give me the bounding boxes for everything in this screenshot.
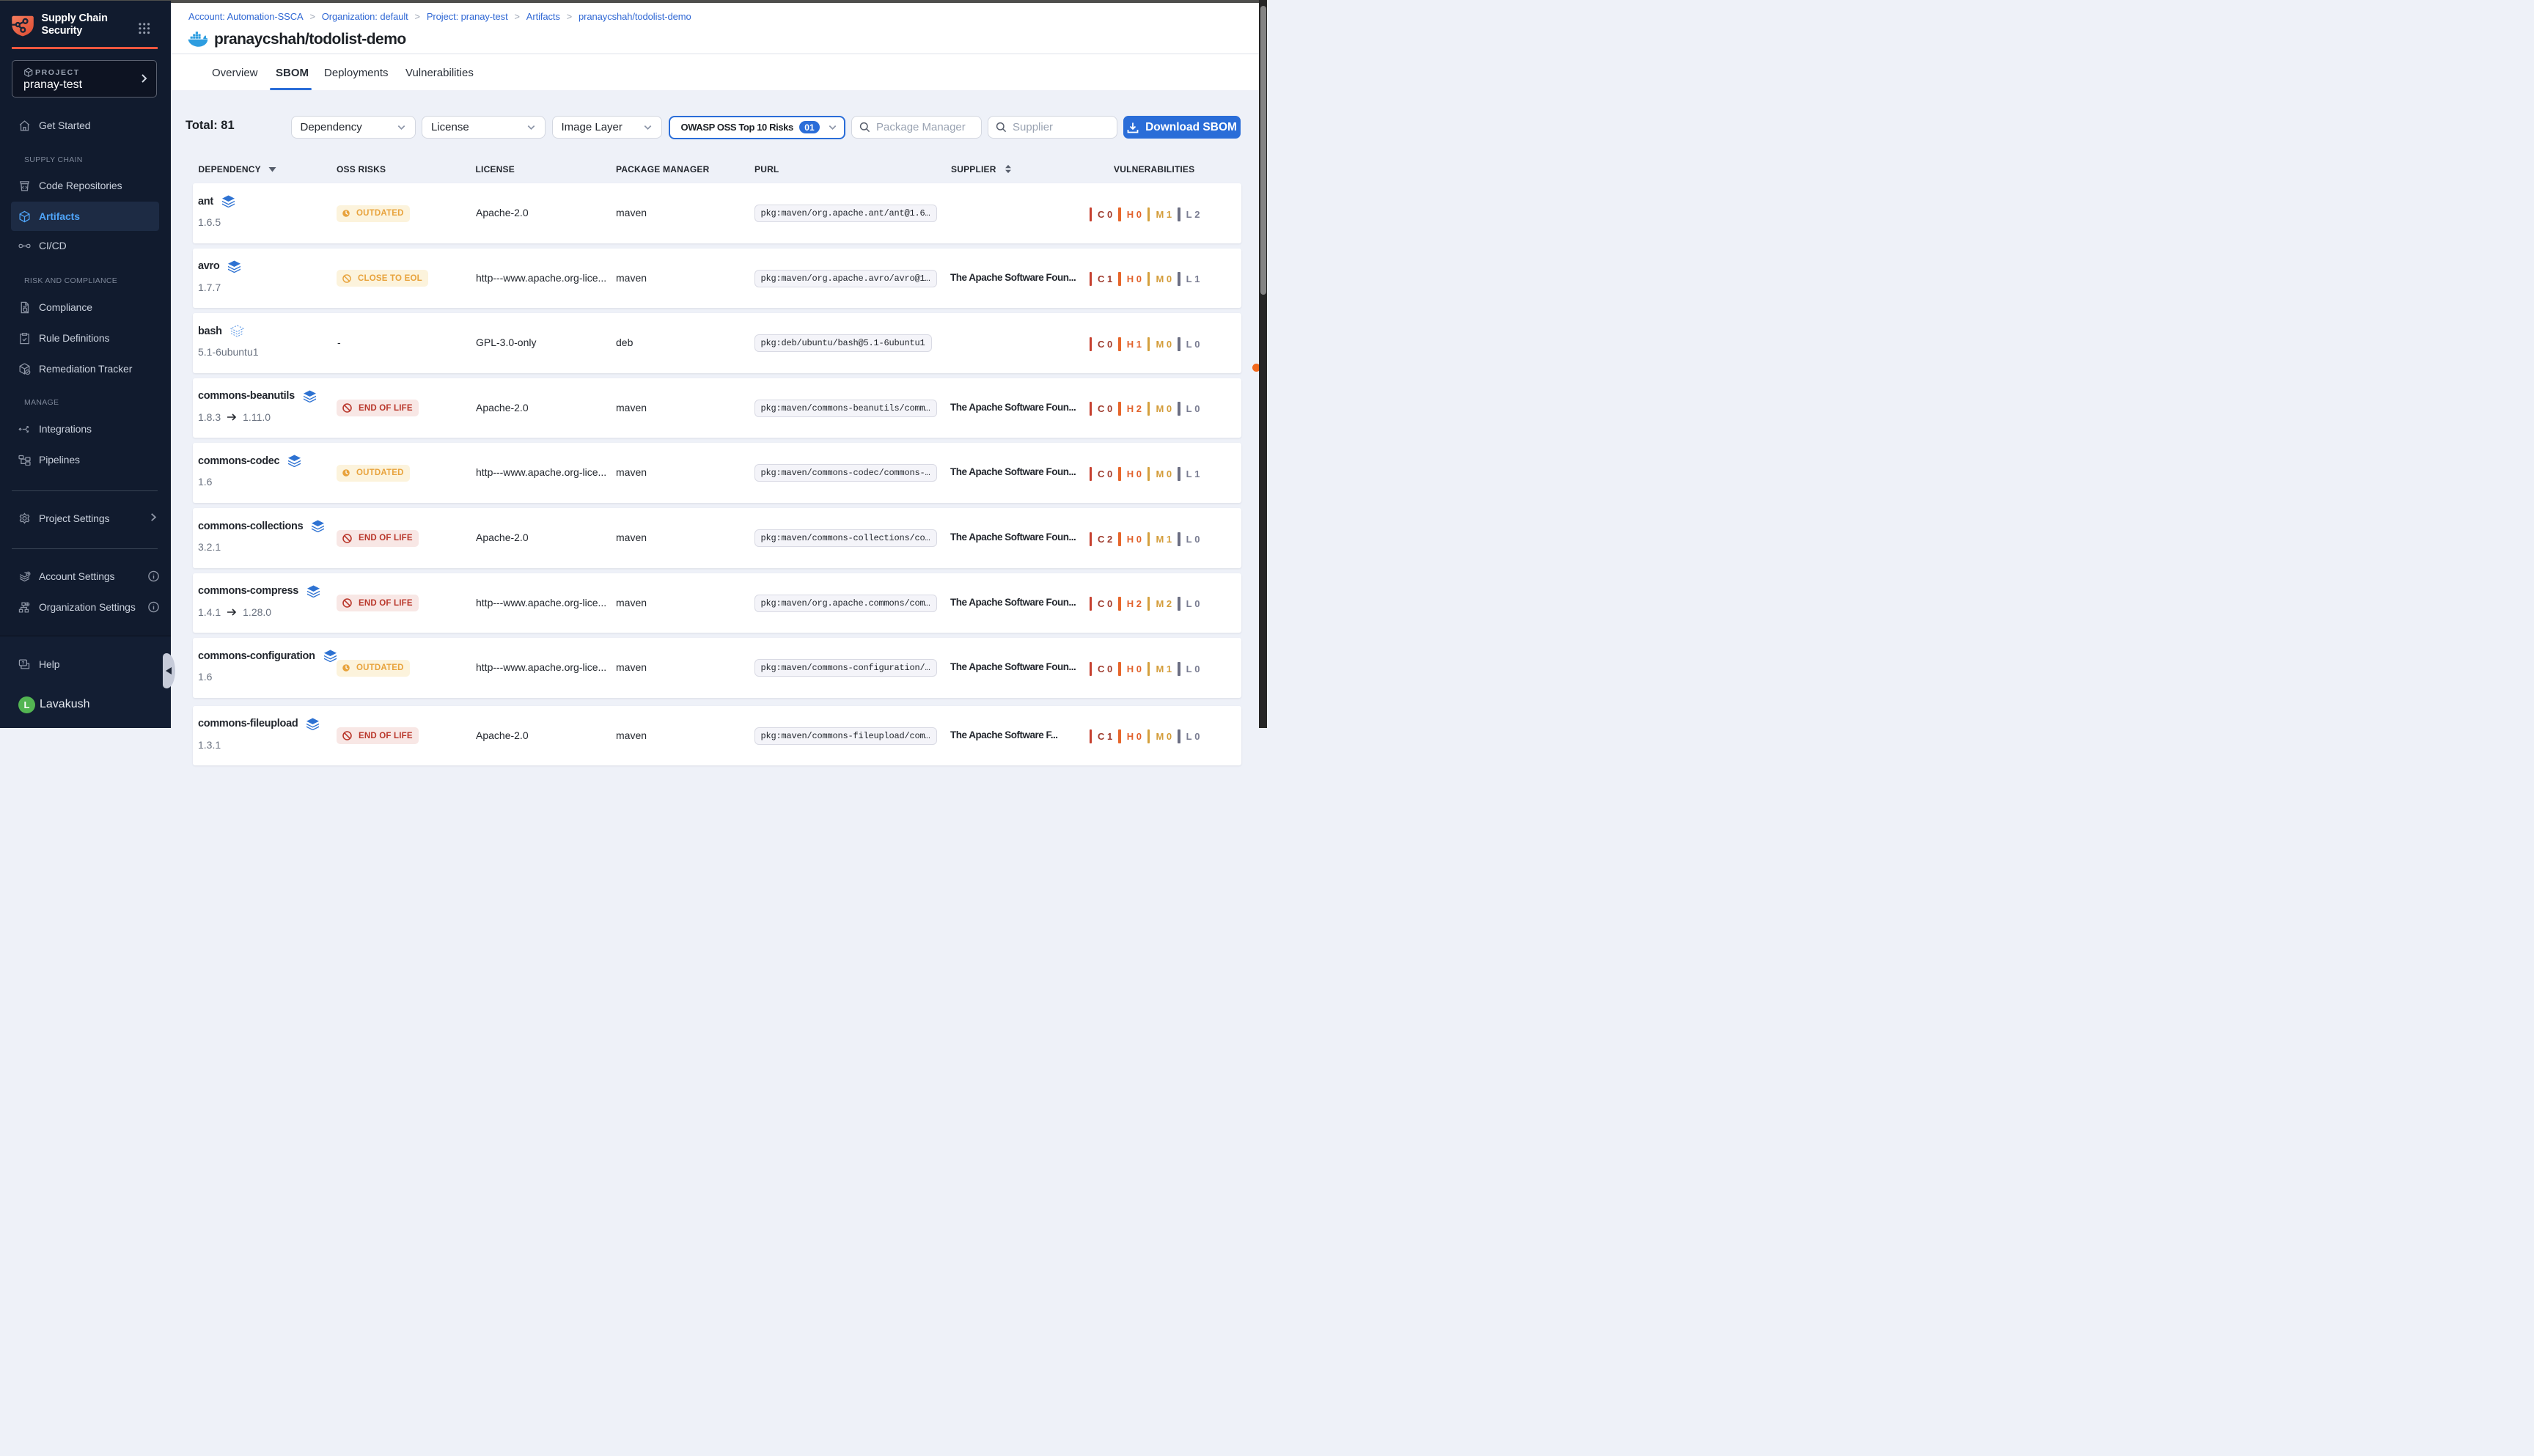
svg-text:?: ? bbox=[21, 661, 24, 666]
